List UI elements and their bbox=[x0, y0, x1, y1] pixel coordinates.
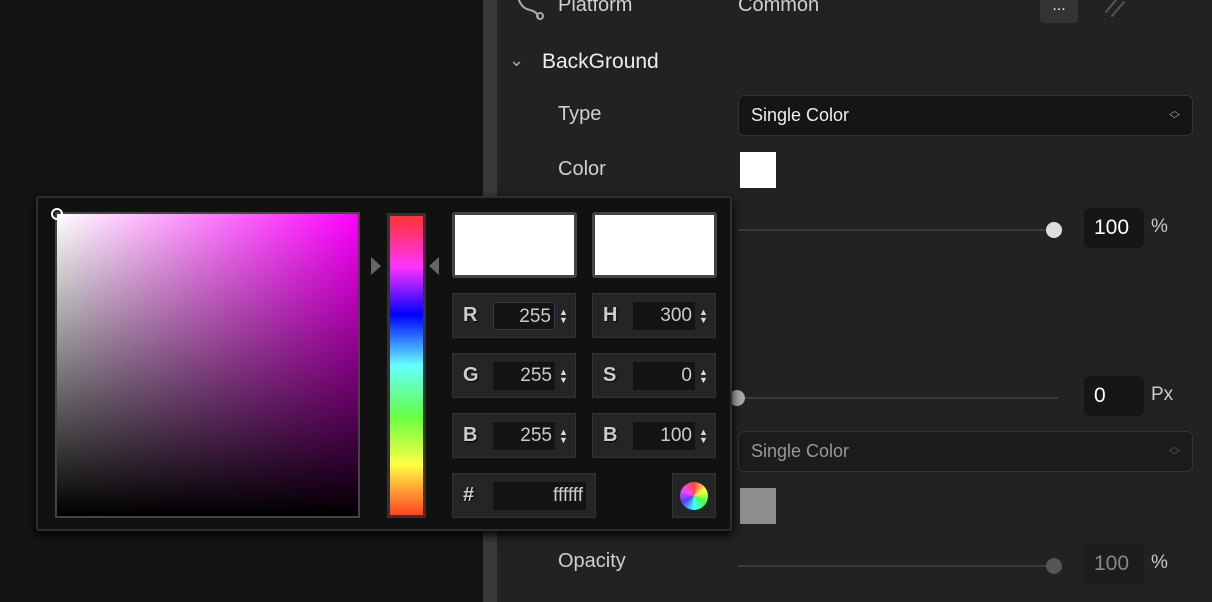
red-field[interactable]: R 255 ▲ ▼ bbox=[452, 293, 576, 338]
type-select[interactable]: Single Color ︿ ﹀ bbox=[738, 95, 1193, 136]
color-label: Color bbox=[558, 158, 606, 180]
color-wheel-icon bbox=[680, 481, 708, 510]
color-swatch[interactable] bbox=[740, 152, 776, 188]
spinner-icon[interactable]: ▲ ▼ bbox=[559, 367, 568, 384]
hue-field[interactable]: H 300 ▲ ▼ bbox=[592, 293, 716, 338]
green-input[interactable]: 255 bbox=[493, 361, 555, 390]
opacity-input[interactable]: 100 bbox=[1084, 208, 1144, 248]
saturation-input[interactable]: 0 bbox=[633, 361, 695, 390]
platform-label: Platform bbox=[558, 0, 633, 16]
type-select-value: Single Color bbox=[751, 105, 850, 125]
border-width-input[interactable]: 0 bbox=[1084, 376, 1144, 416]
type-label: Type bbox=[558, 103, 602, 125]
opacity-unit: % bbox=[1151, 216, 1168, 237]
platform-icon bbox=[517, 0, 544, 20]
up-down-chevron-icon: ︿ ﹀ bbox=[1169, 440, 1180, 462]
opacity2-unit: % bbox=[1151, 552, 1168, 573]
spinner-icon[interactable]: ▲ ▼ bbox=[699, 427, 708, 444]
color-picker-popup: R 255 ▲ ▼ H 300 ▲ ▼ G 255 ▲ ▼ S 0 ▲ ▼ B 255 ▲ ▼ B 100 ▲ ▼ … bbox=[36, 196, 732, 531]
chevron-down-icon[interactable]: ⌄ bbox=[509, 50, 524, 71]
saturation-brightness-area[interactable] bbox=[51, 208, 360, 518]
up-down-chevron-icon: ︿ ﹀ bbox=[1169, 104, 1180, 126]
sv-cursor[interactable] bbox=[51, 208, 63, 220]
spinner-icon[interactable]: ▲ ▼ bbox=[699, 307, 708, 324]
type2-select[interactable]: Single Color ︿ ﹀ bbox=[738, 431, 1193, 472]
opacity2-label: Opacity bbox=[558, 550, 626, 572]
type2-select-value: Single Color bbox=[751, 441, 850, 461]
opacity-slider-knob[interactable] bbox=[1046, 222, 1062, 238]
green-field[interactable]: G 255 ▲ ▼ bbox=[452, 353, 576, 398]
spinner-icon[interactable]: ▲ ▼ bbox=[559, 307, 568, 324]
hue-slider[interactable] bbox=[387, 213, 426, 518]
hex-field[interactable]: # ffffff bbox=[452, 473, 596, 518]
opacity2-input[interactable]: 100 bbox=[1084, 544, 1144, 584]
saturation-field[interactable]: S 0 ▲ ▼ bbox=[592, 353, 716, 398]
link-icon[interactable] bbox=[1102, 0, 1134, 18]
color-wheel-button[interactable] bbox=[672, 473, 716, 518]
more-button[interactable]: ... bbox=[1040, 0, 1078, 23]
red-input[interactable]: 255 bbox=[493, 301, 555, 330]
color2-swatch[interactable] bbox=[740, 488, 776, 524]
blue-field[interactable]: B 255 ▲ ▼ bbox=[452, 413, 576, 458]
border-unit: Px bbox=[1151, 384, 1174, 405]
section-title[interactable]: BackGround bbox=[542, 50, 659, 74]
old-color-preview[interactable] bbox=[592, 212, 717, 278]
spinner-icon[interactable]: ▲ ▼ bbox=[559, 427, 568, 444]
border-slider-track[interactable] bbox=[738, 397, 1058, 399]
spinner-icon[interactable]: ▲ ▼ bbox=[699, 367, 708, 384]
hex-input[interactable]: ffffff bbox=[493, 481, 586, 510]
blue-input[interactable]: 255 bbox=[493, 421, 555, 450]
platform-value: Common bbox=[738, 0, 820, 16]
brightness-input[interactable]: 100 bbox=[633, 421, 695, 450]
hue-marker-right[interactable] bbox=[429, 257, 439, 275]
opacity-slider-track[interactable] bbox=[738, 229, 1058, 231]
hue-marker-left[interactable] bbox=[371, 257, 381, 275]
opacity2-slider-track[interactable] bbox=[738, 565, 1058, 567]
brightness-field[interactable]: B 100 ▲ ▼ bbox=[592, 413, 716, 458]
new-color-preview bbox=[452, 212, 577, 278]
hue-input[interactable]: 300 bbox=[633, 301, 695, 330]
opacity2-slider-knob[interactable] bbox=[1046, 558, 1062, 574]
